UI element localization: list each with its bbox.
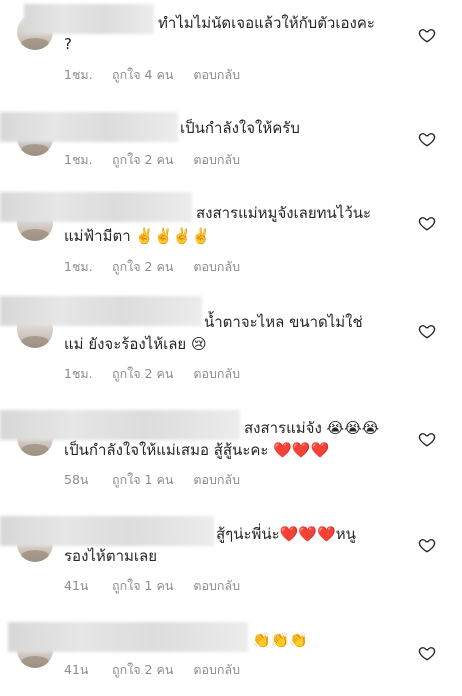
comment-meta: 1ชม. ถูกใจ 2 คน ตอบกลับ: [64, 257, 240, 277]
comment-text-line: แม่ฟ้ามีตา ✌️✌️✌️✌️: [64, 227, 211, 245]
comment-text-line: แม่ ยังจะร้องไห้เลย 😢: [64, 335, 207, 353]
comment-text-line: เป็นกำลังใจให้ครับ: [180, 119, 300, 137]
comment-text-line: 👏👏👏: [252, 631, 309, 649]
comment-text-line: ?: [64, 35, 72, 53]
comment-time: 41น: [64, 662, 89, 677]
comment-time: 1ชม.: [64, 366, 93, 381]
reply-button[interactable]: ตอบกลับ: [193, 576, 240, 596]
reply-button[interactable]: ตอบกลับ: [193, 660, 240, 680]
heart-outline-icon[interactable]: [418, 430, 436, 448]
comment-text-line: น้ำตาจะไหล ขนาดไม่ใช่: [204, 313, 363, 331]
comment-text-line: รองไห้ตามเลย: [64, 547, 157, 565]
comment-meta: 41น ถูกใจ 2 คน ตอบกลับ: [64, 660, 240, 680]
comment-likes[interactable]: ถูกใจ 4 คน: [112, 65, 173, 85]
reply-button[interactable]: ตอบกลับ: [193, 364, 240, 384]
heart-outline-icon[interactable]: [418, 26, 436, 44]
comment-meta: 1ชม. ถูกใจ 2 คน ตอบกลับ: [64, 364, 240, 384]
comment-text-line: สู้ๆน่ะพี่น่ะ❤️❤️❤️หนู: [216, 525, 356, 543]
comment-likes[interactable]: ถูกใจ 2 คน: [112, 150, 173, 170]
comment-time: 58น: [64, 472, 89, 487]
reply-button[interactable]: ตอบกลับ: [193, 65, 240, 85]
heart-outline-icon[interactable]: [418, 130, 436, 148]
blurred-username: [0, 516, 214, 546]
comment-text-line: สงสารแม่หมูจังเลยทนไว้นะ: [196, 204, 372, 222]
comment-time: 1ชม.: [64, 152, 93, 167]
comment-time: 1ชม.: [64, 67, 93, 82]
blurred-username: [0, 296, 202, 326]
blurred-username: [24, 4, 154, 34]
reply-button[interactable]: ตอบกลับ: [193, 470, 240, 490]
comment-likes[interactable]: ถูกใจ 2 คน: [112, 660, 173, 680]
blurred-username: [0, 112, 178, 142]
blurred-username: [0, 410, 240, 440]
heart-outline-icon[interactable]: [418, 644, 436, 662]
comment-text-line: เป็นกำลังใจให้แม่เสมอ สู้สู้นะคะ ❤️❤️❤️: [64, 441, 330, 459]
comment-meta: 41น ถูกใจ 1 คน ตอบกลับ: [64, 576, 240, 596]
heart-outline-icon[interactable]: [418, 322, 436, 340]
blurred-username: [8, 622, 248, 652]
comment-likes[interactable]: ถูกใจ 2 คน: [112, 257, 173, 277]
comment-likes[interactable]: ถูกใจ 1 คน: [112, 470, 173, 490]
comment-time: 1ชม.: [64, 259, 93, 274]
comment-meta: 1ชม. ถูกใจ 4 คน ตอบกลับ: [64, 65, 240, 85]
comment-meta: 1ชม. ถูกใจ 2 คน ตอบกลับ: [64, 150, 240, 170]
comment-likes[interactable]: ถูกใจ 1 คน: [112, 576, 173, 596]
comment-meta: 58น ถูกใจ 1 คน ตอบกลับ: [64, 470, 240, 490]
comment-time: 41น: [64, 578, 89, 593]
heart-outline-icon[interactable]: [418, 536, 436, 554]
reply-button[interactable]: ตอบกลับ: [193, 257, 240, 277]
comment-text-line: สงสารแม่จัง 😭😭😭: [244, 419, 380, 437]
heart-outline-icon[interactable]: [418, 214, 436, 232]
comment-text-line: ทำไมไม่นัดเจอแล้วให้กับตัวเองคะ: [158, 14, 375, 32]
blurred-username: [0, 192, 192, 222]
reply-button[interactable]: ตอบกลับ: [193, 150, 240, 170]
comment-likes[interactable]: ถูกใจ 2 คน: [112, 364, 173, 384]
